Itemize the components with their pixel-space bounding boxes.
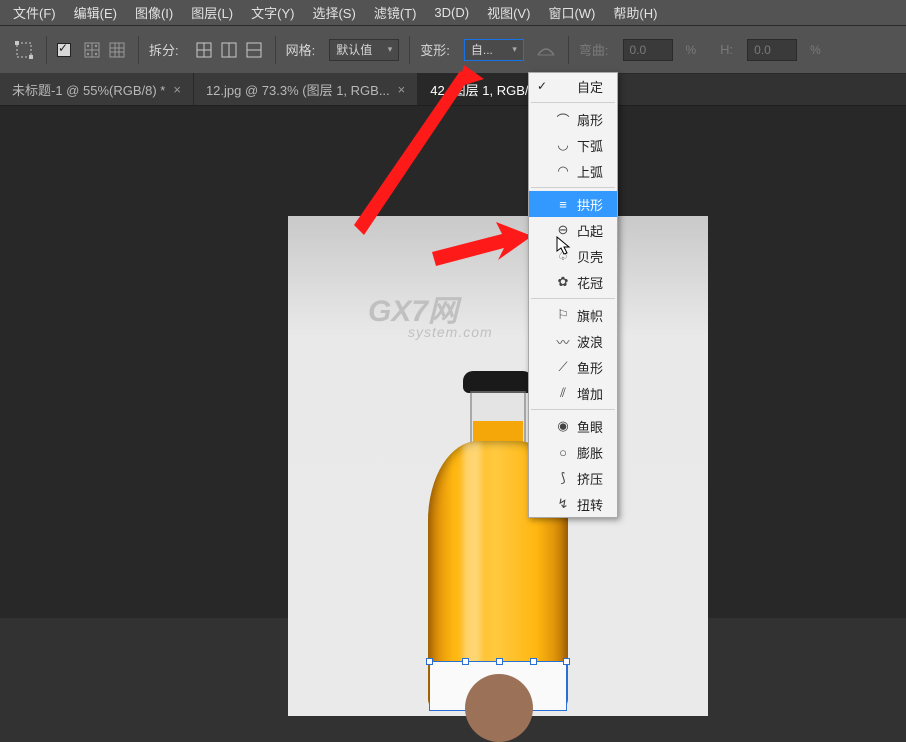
warp-option-拱形[interactable]: ≡拱形 [529,191,617,217]
bend-label: 弯曲: [579,40,609,59]
warp-shape-icon: ♤ [555,248,571,264]
h-unit: % [810,43,821,57]
warp-option-贝壳[interactable]: ♤贝壳 [529,243,617,269]
bend-unit: % [686,43,697,57]
close-icon[interactable]: × [398,82,406,97]
warp-shape-icon: ↯ [555,496,571,512]
warp-shape-icon: ◡ [555,137,571,153]
warp-option-增加[interactable]: ⫽增加 [529,380,617,406]
transform-handle[interactable] [426,658,433,665]
split-label: 拆分: [149,40,179,59]
canvas-area[interactable]: GX7网 system.com [0,106,906,618]
menu-select[interactable]: 选择(S) [303,0,364,25]
bend-input[interactable]: 0.0 [623,39,673,61]
warp-option-上弧[interactable]: ◠上弧 [529,158,617,184]
document-canvas[interactable]: GX7网 system.com [288,216,708,716]
warp-option-扇形[interactable]: ⌒扇形 [529,106,617,132]
warp-shape-icon: ⟋ [555,359,571,375]
warp-option-波浪[interactable]: 〰波浪 [529,328,617,354]
options-bar: 拆分: 网格: 默认值▾ 变形: 自...▾ 弯曲: 0.0% H: 0.0% [0,26,906,74]
warp-shape-icon: ⟆ [555,470,571,486]
transform-handle[interactable] [462,658,469,665]
menu-bar: 文件(F) 编辑(E) 图像(I) 图层(L) 文字(Y) 选择(S) 滤镜(T… [0,0,906,26]
warp-shape-icon: ⫽ [555,385,571,401]
grid-dropdown[interactable]: 默认值▾ [329,39,399,61]
close-icon[interactable]: × [173,82,181,97]
orientation-icon[interactable] [534,38,558,62]
warp-shape-icon [555,78,571,94]
warp-shape-icon: ✿ [555,274,571,290]
constrain-checkbox[interactable] [57,43,71,57]
warp-option-鱼眼[interactable]: ◉鱼眼 [529,413,617,439]
h-input[interactable]: 0.0 [747,39,797,61]
menu-help[interactable]: 帮助(H) [604,0,666,25]
menu-type[interactable]: 文字(Y) [242,0,303,25]
grid-icon-1[interactable] [81,39,103,61]
transform-tool-icon[interactable] [12,38,36,62]
document-tab-2[interactable]: 12.jpg @ 73.3% (图层 1, RGB...× [194,73,418,105]
warp-option-膨胀[interactable]: ○膨胀 [529,439,617,465]
warp-shape-icon: ⚐ [555,307,571,323]
document-tab-1[interactable]: 未标题-1 @ 55%(RGB/8) *× [0,73,194,105]
warp-option-挤压[interactable]: ⟆挤压 [529,465,617,491]
menu-window[interactable]: 窗口(W) [539,0,604,25]
menu-3d[interactable]: 3D(D) [425,2,478,23]
grid-label: 网格: [286,40,316,59]
transform-handle[interactable] [496,658,503,665]
menu-filter[interactable]: 滤镜(T) [365,0,426,25]
warp-option-凸起[interactable]: ⊖凸起 [529,217,617,243]
warp-option-扭转[interactable]: ↯扭转 [529,491,617,517]
warp-shape-icon: ⊖ [555,222,571,238]
h-label: H: [720,42,733,57]
transform-selection[interactable] [429,661,567,711]
split-horz-icon[interactable] [243,39,265,61]
transform-handle[interactable] [563,658,570,665]
watermark: GX7网 system.com [368,286,493,340]
warp-shape-icon: ◠ [555,163,571,179]
warp-shape-icon: ○ [555,444,571,460]
warp-option-下弧[interactable]: ◡下弧 [529,132,617,158]
warp-shape-icon: ≡ [555,196,571,212]
warp-dropdown[interactable]: 自...▾ [464,39,524,61]
document-tab-bar: 未标题-1 @ 55%(RGB/8) *× 12.jpg @ 73.3% (图层… [0,74,906,106]
warp-option-鱼形[interactable]: ⟋鱼形 [529,354,617,380]
split-cross-icon[interactable] [193,39,215,61]
warp-style-menu: ✓自定⌒扇形◡下弧◠上弧≡拱形⊖凸起♤贝壳✿花冠⚐旗帜〰波浪⟋鱼形⫽增加◉鱼眼○… [528,72,618,518]
warp-shape-icon: ◉ [555,418,571,434]
warp-option-花冠[interactable]: ✿花冠 [529,269,617,295]
warp-label: 变形: [420,40,450,59]
menu-view[interactable]: 视图(V) [478,0,539,25]
warp-shape-icon: 〰 [555,333,571,349]
transform-handle[interactable] [530,658,537,665]
menu-edit[interactable]: 编辑(E) [65,0,126,25]
menu-layer[interactable]: 图层(L) [182,0,242,25]
menu-image[interactable]: 图像(I) [126,0,182,25]
warp-shape-icon: ⌒ [555,111,571,127]
warp-option-旗帜[interactable]: ⚐旗帜 [529,302,617,328]
warp-option-自定[interactable]: ✓自定 [529,73,617,99]
menu-file[interactable]: 文件(F) [4,0,65,25]
split-vert-icon[interactable] [218,39,240,61]
grid-icon-2[interactable] [106,39,128,61]
